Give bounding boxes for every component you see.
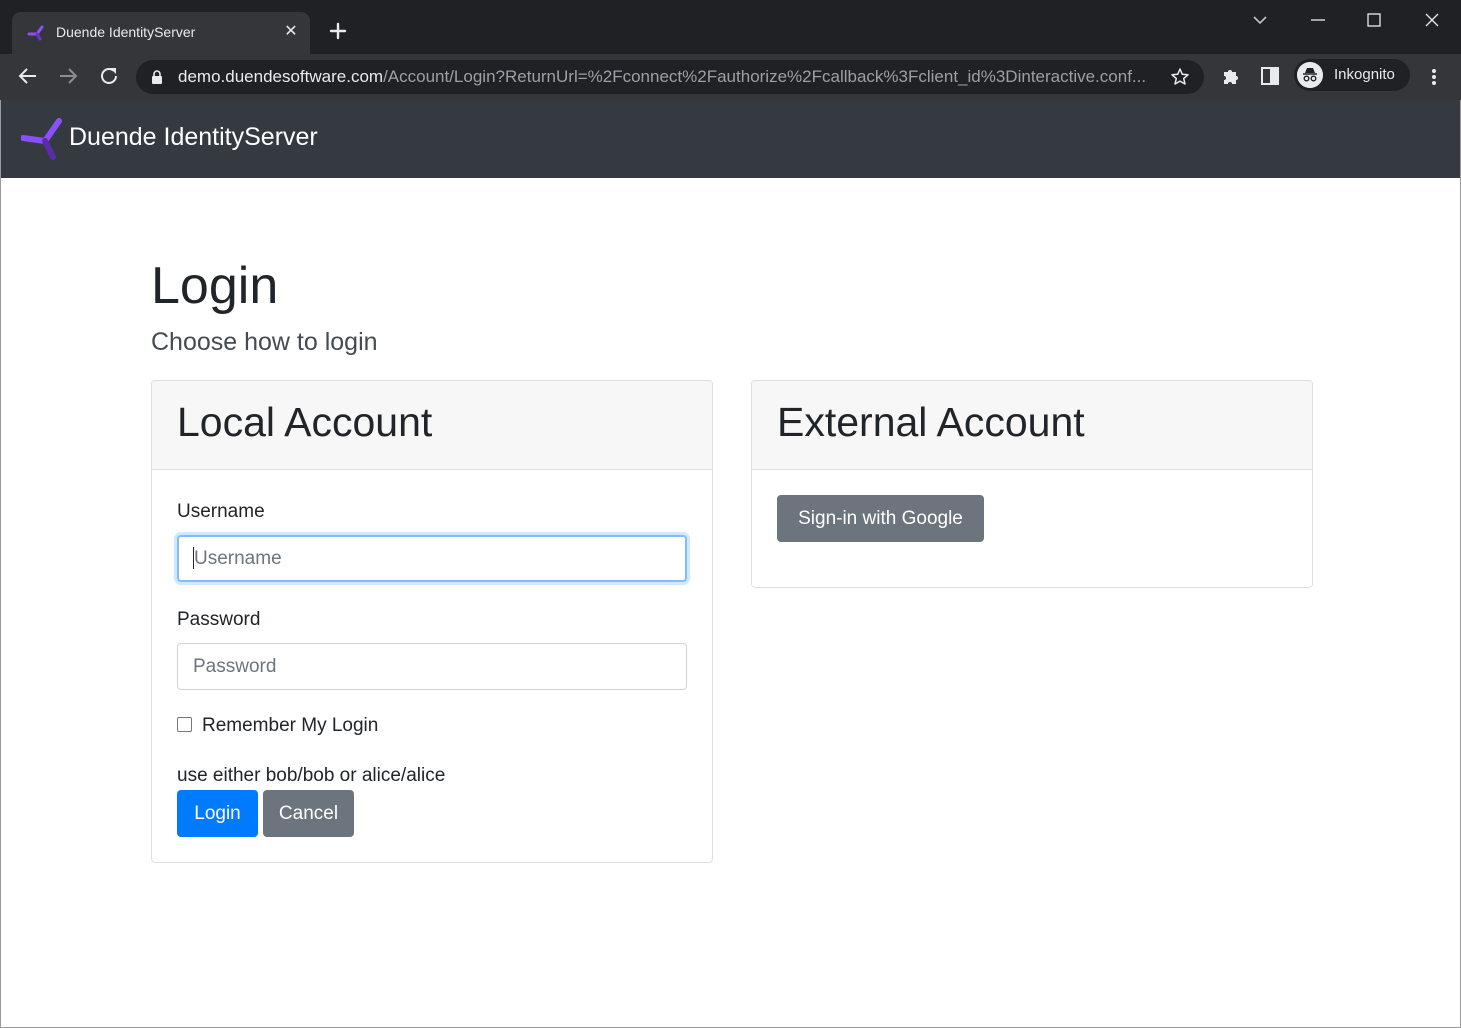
username-label: Username [177, 501, 265, 522]
browser-titlebar: Duende IdentityServer ✕ [0, 0, 1461, 54]
browser-tab[interactable]: Duende IdentityServer ✕ [12, 12, 310, 54]
cancel-button[interactable]: Cancel [263, 790, 354, 837]
bookmark-star-icon[interactable] [1170, 67, 1190, 87]
duende-logo-icon[interactable] [21, 116, 65, 162]
url-host: demo.duendesoftware.com [178, 67, 384, 86]
login-button[interactable]: Login [177, 790, 258, 837]
page-subtitle: Choose how to login [151, 328, 378, 356]
browser-menu-icon[interactable] [1424, 65, 1444, 89]
side-panel-icon[interactable] [1260, 66, 1280, 86]
url-path: /Account/Login?ReturnUrl=%2Fconnect%2Fau… [383, 67, 1147, 86]
page-content: Duende IdentityServer Login Choose how t… [0, 100, 1461, 1028]
page-title: Login [151, 257, 279, 315]
maximize-icon[interactable] [1362, 8, 1386, 32]
window-close-icon[interactable] [1420, 8, 1444, 32]
brand-name[interactable]: Duende IdentityServer [69, 123, 318, 152]
incognito-profile-button[interactable]: Inkognito [1294, 59, 1410, 91]
address-bar[interactable]: demo.duendesoftware.com/Account/Login?Re… [136, 60, 1204, 94]
lock-icon[interactable] [150, 70, 164, 84]
incognito-icon [1297, 62, 1323, 88]
forward-arrow-icon[interactable] [56, 64, 80, 88]
reload-icon[interactable] [97, 64, 121, 88]
browser-toolbar: demo.duendesoftware.com/Account/Login?Re… [0, 54, 1461, 100]
site-navbar: Duende IdentityServer [1, 100, 1460, 178]
local-account-card: Local Account Username Password Remember… [151, 380, 713, 863]
tab-search-chevron-icon[interactable] [1250, 10, 1270, 30]
duende-favicon-icon [27, 25, 44, 41]
url-text[interactable]: demo.duendesoftware.com/Account/Login?Re… [178, 67, 1158, 87]
back-arrow-icon[interactable] [16, 64, 40, 88]
tab-close-icon[interactable]: ✕ [282, 23, 300, 41]
external-account-card: External Account Sign-in with Google [751, 380, 1313, 588]
local-account-title: Local Account [177, 399, 433, 445]
local-account-card-header: Local Account [152, 381, 712, 470]
external-account-card-header: External Account [752, 381, 1312, 470]
password-label: Password [177, 609, 261, 630]
google-signin-button[interactable]: Sign-in with Google [777, 495, 984, 542]
minimize-icon[interactable] [1306, 8, 1330, 32]
extensions-puzzle-icon[interactable] [1220, 65, 1242, 87]
password-input[interactable] [177, 643, 687, 690]
remember-checkbox[interactable] [177, 717, 192, 732]
credentials-hint: use either bob/bob or alice/alice [177, 765, 446, 786]
new-tab-icon[interactable] [326, 19, 350, 43]
incognito-label: Inkognito [1334, 66, 1395, 83]
external-account-title: External Account [777, 399, 1085, 445]
remember-label[interactable]: Remember My Login [202, 715, 378, 737]
text-caret [193, 547, 194, 569]
username-input[interactable] [177, 535, 687, 582]
tab-title: Duende IdentityServer [56, 24, 196, 40]
